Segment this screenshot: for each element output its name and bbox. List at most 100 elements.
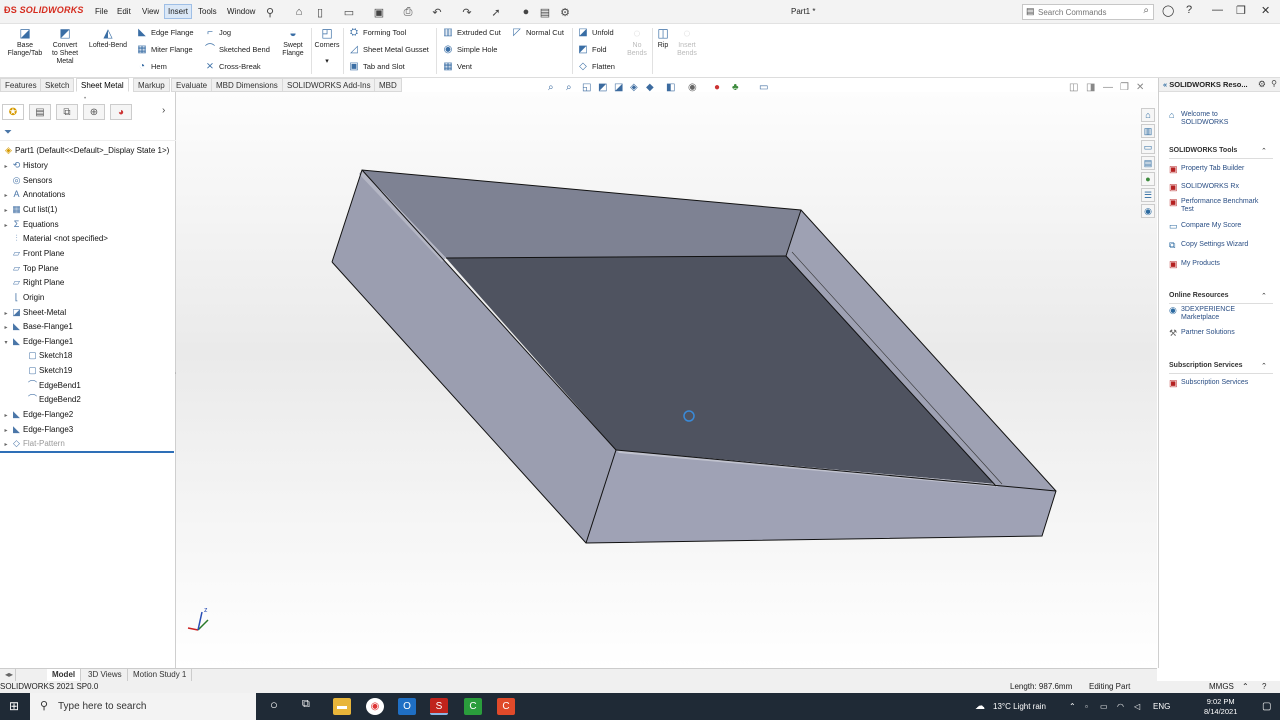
- display-manager-icon[interactable]: ◕: [110, 104, 132, 120]
- clock[interactable]: 9:02 PM 8/14/2021: [1204, 697, 1237, 717]
- unfold-button[interactable]: ◪ Unfold: [577, 26, 613, 40]
- tab-model[interactable]: Model: [47, 669, 82, 681]
- edge-flange-button[interactable]: ◣ Edge Flange: [136, 26, 193, 40]
- file-explorer-tab-icon[interactable]: ▭: [1141, 140, 1155, 154]
- save-icon[interactable]: ▣: [372, 5, 386, 19]
- tree-root-part[interactable]: ◈ Part1 (Default<<Default>_Display State …: [2, 143, 169, 157]
- tree-item[interactable]: ▸ ⟲ History: [2, 158, 47, 172]
- task-view-icon[interactable]: ⧉: [302, 698, 310, 711]
- menu-edit[interactable]: Edit: [117, 7, 131, 16]
- new-document-icon[interactable]: ▯: [313, 5, 327, 19]
- file-properties-icon[interactable]: ▤: [538, 5, 552, 19]
- menu-file[interactable]: File: [95, 7, 108, 16]
- tree-item[interactable]: ▾ ◣ Edge-Flange1: [2, 334, 73, 348]
- chrome-app-icon[interactable]: ◉: [366, 698, 384, 715]
- tree-item[interactable]: ▸ Σ Equations: [2, 217, 58, 231]
- tree-item[interactable]: ◎ Sensors: [2, 173, 53, 187]
- tree-item[interactable]: ▸ ◣ Base-Flange1: [2, 319, 72, 333]
- simple-hole-button[interactable]: ◉ Simple Hole: [442, 43, 498, 57]
- menu-window[interactable]: Window: [227, 7, 255, 16]
- sheet-metal-tray-model[interactable]: z: [176, 92, 1157, 668]
- collapse-icon[interactable]: ⌃: [1261, 147, 1267, 155]
- tree-item[interactable]: ▸ ◣ Edge-Flange2: [2, 407, 73, 421]
- corners-button[interactable]: ◰ Corners ▾: [312, 26, 342, 66]
- hem-button[interactable]: ◔ Hem: [136, 60, 167, 74]
- view-palette-tab-icon[interactable]: ▤: [1141, 156, 1155, 170]
- jog-button[interactable]: ⌐ Jog: [204, 26, 231, 40]
- tray-overflow-icon[interactable]: ⌃: [1069, 693, 1076, 720]
- solidworks-logo[interactable]: ƉS SOLIDWORKS: [4, 5, 84, 15]
- panel-grip-icon[interactable]: •: [84, 96, 86, 102]
- user-icon[interactable]: ◯: [1162, 4, 1174, 17]
- partner-solutions-link[interactable]: ⚒ Partner Solutions: [1169, 329, 1235, 338]
- tree-item[interactable]: ▸ ▦ Cut list(1): [2, 202, 57, 216]
- menu-insert[interactable]: Insert: [164, 4, 193, 19]
- dimxpert-icon[interactable]: ⊕: [83, 104, 105, 120]
- outlook-app-icon[interactable]: O: [398, 698, 416, 715]
- taskbar-search[interactable]: ⚲ Type here to search: [30, 693, 256, 720]
- task-pane-settings-icon[interactable]: ⚙: [1258, 79, 1266, 90]
- tree-item[interactable]: ⌒ EdgeBend1: [18, 378, 81, 392]
- tree-item[interactable]: ⌒ EdgeBend2: [18, 392, 81, 406]
- solidworks-tools-section[interactable]: SOLIDWORKS Tools ⌃: [1169, 147, 1267, 155]
- tab-sketch[interactable]: Sketch: [40, 78, 75, 92]
- configuration-manager-icon[interactable]: ⧉: [56, 104, 78, 120]
- solidworks-rx-link[interactable]: ▣ SOLIDWORKS Rx: [1169, 183, 1239, 192]
- forum-tab-icon[interactable]: ◉: [1141, 204, 1155, 218]
- swept-flange-button[interactable]: ◒ Swept Flange: [278, 26, 308, 58]
- copy-settings-wizard-link[interactable]: ⧉ Copy Settings Wizard: [1169, 241, 1248, 250]
- unit-dropdown-icon[interactable]: ⌃: [1242, 681, 1249, 693]
- tree-item[interactable]: ▱ Right Plane: [2, 275, 64, 289]
- sheet-metal-gusset-button[interactable]: ◿ Sheet Metal Gusset: [348, 43, 429, 57]
- tree-item[interactable]: ⌊ Origin: [2, 290, 45, 304]
- tree-item[interactable]: ▸ ◇ Flat-Pattern: [2, 436, 64, 450]
- status-help-icon[interactable]: ?: [1262, 681, 1266, 693]
- flatten-button[interactable]: ◇ Flatten: [577, 60, 615, 74]
- home-icon[interactable]: ⌂: [292, 5, 306, 19]
- close-icon[interactable]: ✕: [1261, 4, 1270, 17]
- open-folder-icon[interactable]: ▭: [342, 5, 356, 19]
- tree-item[interactable]: ▱ Front Plane: [2, 246, 64, 260]
- cross-break-button[interactable]: ⨯ Cross-Break: [204, 60, 261, 74]
- welcome-to-solidworks-link[interactable]: ⌂ Welcome to SOLIDWORKS: [1169, 111, 1228, 127]
- design-library-tab-icon[interactable]: ▥: [1141, 124, 1155, 138]
- tab-solidworks-addins[interactable]: SOLIDWORKS Add-Ins: [282, 78, 376, 92]
- help-icon[interactable]: ?: [1186, 4, 1192, 16]
- rebuild-icon[interactable]: ●: [519, 5, 533, 19]
- menu-view[interactable]: View: [142, 7, 159, 16]
- graphics-area[interactable]: ⌕ ⌕ ◱ ◩ ◪ ◈ ◆ ◧ ◉ ● ♣ ▭ ◫ ◨ — ❐ ✕ z: [176, 82, 1157, 668]
- miter-flange-button[interactable]: ▦ Miter Flange: [136, 43, 192, 57]
- tab-mbd-dimensions[interactable]: MBD Dimensions: [211, 78, 283, 92]
- tab-scroll-icon[interactable]: ◂▸: [0, 669, 16, 681]
- property-manager-icon[interactable]: ▤: [29, 104, 51, 120]
- network-icon[interactable]: ▭: [1100, 693, 1108, 720]
- lofted-bend-button[interactable]: ◭ Lofted-Bend: [86, 26, 130, 50]
- tab-mbd[interactable]: MBD: [374, 78, 402, 92]
- task-pane-pin-icon[interactable]: ⚲: [1271, 79, 1277, 88]
- tab-motion-study-1[interactable]: Motion Study 1: [128, 669, 193, 681]
- search-icon[interactable]: ⌕: [1143, 5, 1149, 16]
- solidworks-resources-tab-icon[interactable]: ⌂: [1141, 108, 1155, 122]
- rollback-bar[interactable]: [0, 451, 174, 453]
- insert-bends-button[interactable]: ◌ Insert Bends: [674, 26, 700, 58]
- collapse-icon[interactable]: ⌃: [1261, 362, 1267, 370]
- weather-text[interactable]: 13°C Light rain: [993, 693, 1046, 720]
- tray-app-icon[interactable]: ▫: [1085, 693, 1088, 720]
- tree-item[interactable]: ▢ Sketch18: [18, 348, 72, 362]
- camtasia-app-icon[interactable]: C: [464, 698, 482, 715]
- appearances-tab-icon[interactable]: ●: [1141, 172, 1155, 186]
- tree-item[interactable]: ▸ A Annotations: [2, 187, 65, 201]
- 3dexperience-marketplace-link[interactable]: ◉ 3DEXPERIENCE Marketplace: [1169, 306, 1235, 322]
- cortana-icon[interactable]: ○: [270, 697, 278, 712]
- featuremanager-tree-icon[interactable]: ✪: [2, 104, 24, 120]
- subscription-services-section[interactable]: Subscription Services ⌃: [1169, 362, 1267, 370]
- vent-button[interactable]: ▦ Vent: [442, 60, 472, 74]
- tree-item[interactable]: ⫶ Material <not specified>: [2, 231, 108, 245]
- restore-icon[interactable]: ❐: [1236, 4, 1246, 17]
- tree-item[interactable]: ▸ ◪ Sheet-Metal: [2, 305, 66, 319]
- search-input[interactable]: [1038, 5, 1138, 19]
- options-gear-icon[interactable]: ⚙: [558, 5, 572, 19]
- undo-icon[interactable]: ↶: [430, 5, 444, 19]
- pin-icon[interactable]: ⚲: [263, 5, 277, 19]
- tab-3d-views[interactable]: 3D Views: [83, 669, 128, 681]
